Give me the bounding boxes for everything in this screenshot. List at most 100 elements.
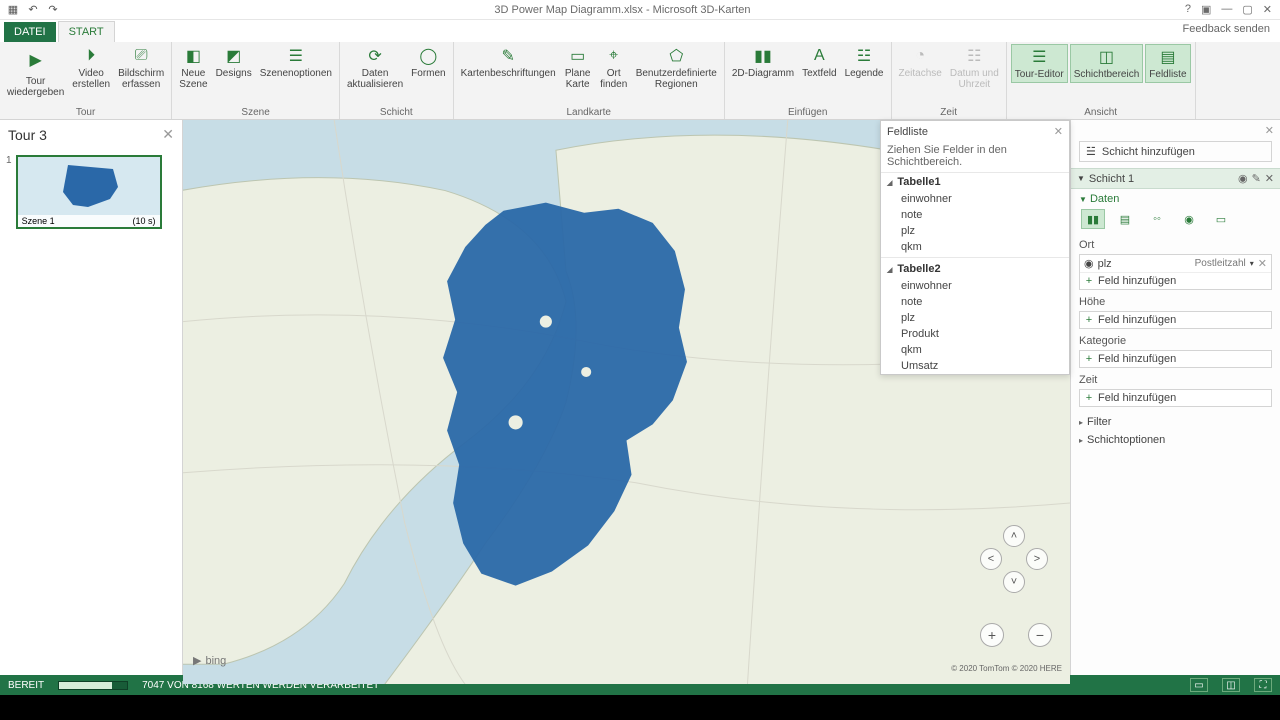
nav-pad: ˄ ˅ ˂ ˃ (980, 525, 1048, 593)
add-layer-button[interactable]: ☱ Schicht hinzufügen (1079, 141, 1272, 162)
bing-logo: ▶bing (193, 654, 226, 667)
field-list-close-icon[interactable]: ✕ (1054, 125, 1063, 138)
maximize-icon[interactable]: ▢ (1242, 3, 1252, 16)
nav-up-button[interactable]: ˄ (1003, 525, 1025, 547)
chart-type-region[interactable]: ▭ (1209, 209, 1233, 229)
label-icon: ✎ (498, 46, 518, 66)
tour-editor-button[interactable]: ☰Tour-Editor (1011, 44, 1068, 83)
location-field-box: ◉ plz Postleitzahl ▾ ✕ +Feld hinzufügen (1079, 254, 1272, 290)
window-title: 3D Power Map Diagramm.xlsx - Microsoft 3… (60, 4, 1185, 16)
location-icon: ⌖ (604, 46, 624, 66)
dropdown-icon[interactable]: ▾ (1250, 259, 1254, 268)
progress-bar (58, 681, 128, 690)
chart-type-heat[interactable]: ◉ (1177, 209, 1201, 229)
field-item[interactable]: note (881, 207, 1069, 223)
find-location-button[interactable]: ⌖Ortfinden (597, 44, 631, 92)
field-item[interactable]: Produkt (881, 326, 1069, 342)
category-label: Kategorie (1079, 335, 1272, 347)
refresh-data-button[interactable]: ⟳Datenaktualisieren (344, 44, 406, 92)
field-item[interactable]: note (881, 294, 1069, 310)
layer-header[interactable]: ▼ Schicht 1 ◉ ✎ ✕ (1071, 168, 1280, 189)
panel-close-icon[interactable]: ✕ (1071, 120, 1280, 141)
tour-close-icon[interactable]: ✕ (162, 126, 174, 143)
table-header[interactable]: Tabelle1 (881, 173, 1069, 191)
nav-right-button[interactable]: ˃ (1026, 548, 1048, 570)
view-normal-icon[interactable]: ▭ (1190, 678, 1208, 692)
edit-icon[interactable]: ✎ (1252, 172, 1261, 185)
refresh-icon: ⟳ (365, 46, 385, 66)
tab-file[interactable]: DATEI (4, 22, 56, 42)
location-type[interactable]: Postleitzahl (1195, 258, 1246, 269)
add-time-field[interactable]: +Feld hinzufügen (1080, 390, 1271, 406)
field-item[interactable]: qkm (881, 239, 1069, 255)
nav-left-button[interactable]: ˂ (980, 548, 1002, 570)
chart-type-column[interactable]: ▮▮ (1081, 209, 1105, 229)
add-category-field[interactable]: +Feld hinzufügen (1080, 351, 1271, 367)
time-label: Zeit (1079, 374, 1272, 386)
flat-map-button[interactable]: ▭PlaneKarte (561, 44, 595, 92)
layer-panel: ✕ ☱ Schicht hinzufügen ▼ Schicht 1 ◉ ✎ ✕… (1070, 120, 1280, 675)
options-icon: ☰ (286, 46, 306, 66)
table-header[interactable]: Tabelle2 (881, 260, 1069, 278)
filter-section[interactable]: Filter (1071, 413, 1280, 431)
textbox-button[interactable]: ATextfeld (799, 44, 839, 81)
group-map-label: Landkarte (458, 107, 720, 119)
zoom-out-button[interactable]: − (1028, 623, 1052, 647)
scene-duration: (10 s) (133, 216, 156, 226)
layers-icon: ☱ (1086, 145, 1096, 158)
play-tour-button[interactable]: ▶Tourwiedergeben (4, 44, 67, 100)
scene-thumbnail[interactable]: Szene 1 (10 s) (16, 155, 162, 229)
radio-icon[interactable]: ◉ (1084, 257, 1094, 270)
designs-button[interactable]: ◩Designs (213, 44, 255, 81)
map-labels-button[interactable]: ✎Kartenbeschriftungen (458, 44, 559, 81)
field-item[interactable]: plz (881, 310, 1069, 326)
textbox-icon: A (809, 46, 829, 66)
view-full-icon[interactable]: ⛶ (1254, 678, 1272, 692)
location-field[interactable]: plz (1098, 258, 1191, 270)
title-bar: ▦ ↶ ↷ 3D Power Map Diagramm.xlsx - Micro… (0, 0, 1280, 20)
chart-type-bubble[interactable]: ◦◦ (1145, 209, 1169, 229)
undo-icon[interactable]: ↶ (26, 3, 40, 17)
chart-type-bar[interactable]: ▤ (1113, 209, 1137, 229)
redo-icon[interactable]: ↷ (46, 3, 60, 17)
chart2d-button[interactable]: ▮▮2D-Diagramm (729, 44, 797, 81)
layer-pane-button[interactable]: ◫Schichtbereich (1070, 44, 1144, 83)
custom-regions-button[interactable]: ⬠BenutzerdefinierteRegionen (633, 44, 720, 92)
fieldlist-button[interactable]: ▤Feldliste (1145, 44, 1190, 83)
legend-button[interactable]: ☳Legende (842, 44, 887, 81)
minimize-icon[interactable]: ― (1221, 3, 1232, 16)
new-scene-button[interactable]: ◧NeueSzene (176, 44, 210, 92)
field-item[interactable]: einwohner (881, 278, 1069, 294)
add-height-field[interactable]: +Feld hinzufügen (1080, 312, 1271, 328)
field-item[interactable]: einwohner (881, 191, 1069, 207)
collapse-icon[interactable]: ▼ (1077, 174, 1085, 183)
layer-options-section[interactable]: Schichtoptionen (1071, 431, 1280, 449)
data-section-header[interactable]: ▼ Daten (1079, 193, 1272, 205)
play-icon: ▶ (22, 46, 50, 74)
flat-map-icon: ▭ (568, 46, 588, 66)
remove-field-icon[interactable]: ✕ (1258, 257, 1267, 270)
close-icon[interactable]: ✕ (1263, 3, 1272, 16)
shapes-button[interactable]: ◯Formen (408, 44, 448, 81)
group-insert-label: Einfügen (729, 107, 887, 119)
view-layout-icon[interactable]: ◫ (1222, 678, 1240, 692)
delete-layer-icon[interactable]: ✕ (1265, 172, 1274, 185)
tab-start[interactable]: START (58, 21, 115, 42)
map-canvas[interactable]: ▶bing © 2020 TomTom © 2020 HERE ˄ ˅ ˂ ˃ … (183, 120, 1070, 675)
nav-down-button[interactable]: ˅ (1003, 571, 1025, 593)
table-icon: ▤ (1158, 47, 1178, 67)
field-item[interactable]: Umsatz (881, 358, 1069, 374)
help-icon[interactable]: ? (1185, 3, 1191, 16)
capture-screen-button[interactable]: ⎚Bildschirmerfassen (115, 44, 167, 92)
regions-icon: ⬠ (666, 46, 686, 66)
field-item[interactable]: qkm (881, 342, 1069, 358)
feedback-link[interactable]: Feedback senden (1080, 20, 1280, 38)
field-list-desc: Ziehen Sie Felder in den Schichtbereich. (881, 142, 1069, 173)
add-location-field[interactable]: +Feld hinzufügen (1080, 273, 1271, 289)
scene-options-button[interactable]: ☰Szenenoptionen (257, 44, 335, 81)
ribbon-options-icon[interactable]: ▣ (1201, 3, 1211, 16)
zoom-in-button[interactable]: + (980, 623, 1004, 647)
visibility-icon[interactable]: ◉ (1238, 172, 1248, 185)
create-video-button[interactable]: ⏵Videoerstellen (69, 44, 113, 92)
field-item[interactable]: plz (881, 223, 1069, 239)
